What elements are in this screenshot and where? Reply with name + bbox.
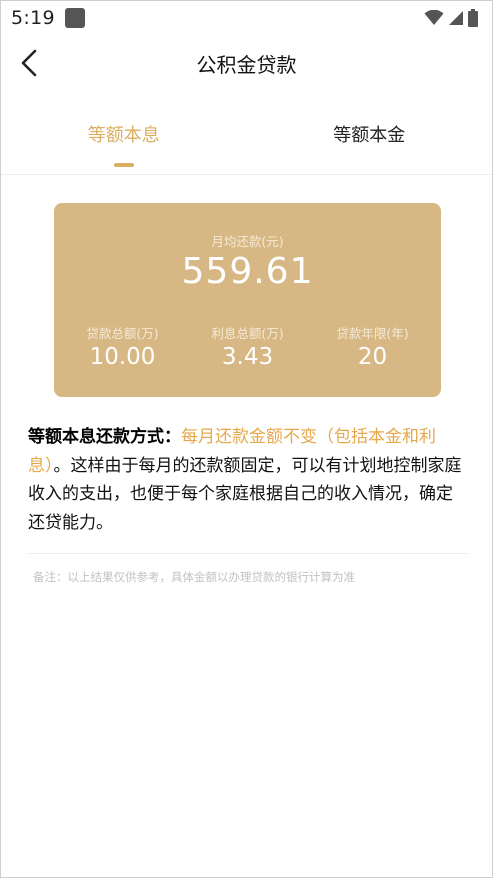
stat-label: 贷款总额(万) bbox=[86, 326, 159, 341]
status-bar-right bbox=[424, 9, 478, 27]
stat-value: 10.00 bbox=[89, 344, 156, 370]
app-header: 公积金贷款 bbox=[1, 35, 492, 91]
tab-label: 等额本息 bbox=[87, 125, 160, 146]
tab-active-indicator bbox=[113, 163, 134, 167]
status-time: 5:19 bbox=[11, 7, 55, 29]
page-title: 公积金贷款 bbox=[196, 52, 297, 77]
app-screen: 5:19 公积金贷款 等额本息 等额本金 月均还款(元) 559.61 贷款总额… bbox=[0, 0, 493, 878]
repayment-tabs: 等额本息 等额本金 bbox=[1, 107, 492, 175]
tab-equal-principal[interactable]: 等额本金 bbox=[247, 107, 493, 174]
monthly-payment-value: 559.61 bbox=[181, 251, 314, 292]
stat-value: 20 bbox=[357, 344, 388, 370]
stat-interest-total: 利息总额(万) 3.43 bbox=[188, 323, 308, 370]
tab-label: 等额本金 bbox=[333, 125, 406, 146]
stat-loan-years: 贷款年限(年) 20 bbox=[313, 323, 433, 370]
wifi-icon bbox=[424, 10, 444, 25]
disclaimer-note: 备注：以上结果仅供参考，具体金额以办理贷款的银行计算为准 bbox=[33, 570, 355, 584]
chevron-left-icon bbox=[21, 49, 37, 77]
description-body: 。这样由于每月的还款额固定，可以有计划地控制家庭收入的支出，也便于每个家庭根据自… bbox=[28, 455, 462, 533]
stat-value: 3.43 bbox=[221, 344, 274, 370]
result-summary-card: 月均还款(元) 559.61 贷款总额(万) 10.00 利息总额(万) 3.4… bbox=[54, 203, 441, 397]
battery-icon bbox=[468, 9, 478, 27]
loan-stats: 贷款总额(万) 10.00 利息总额(万) 3.43 贷款年限(年) 20 bbox=[54, 323, 441, 370]
description-title: 等额本息还款方式： bbox=[28, 427, 181, 447]
stat-loan-total: 贷款总额(万) 10.00 bbox=[63, 323, 183, 370]
back-button[interactable] bbox=[11, 45, 47, 81]
monthly-payment-label: 月均还款(元) bbox=[211, 234, 284, 249]
repayment-description: 等额本息还款方式：每月还款金额不变（包括本金和利息）。这样由于每月的还款额固定，… bbox=[28, 423, 468, 537]
stat-label: 贷款年限(年) bbox=[336, 326, 409, 341]
signal-icon bbox=[449, 11, 463, 25]
app-notification-icon bbox=[64, 8, 85, 28]
status-bar: 5:19 bbox=[1, 1, 492, 35]
divider bbox=[28, 553, 468, 554]
stat-label: 利息总额(万) bbox=[211, 326, 284, 341]
tab-equal-installment[interactable]: 等额本息 bbox=[1, 107, 247, 174]
status-bar-left: 5:19 bbox=[11, 7, 85, 29]
